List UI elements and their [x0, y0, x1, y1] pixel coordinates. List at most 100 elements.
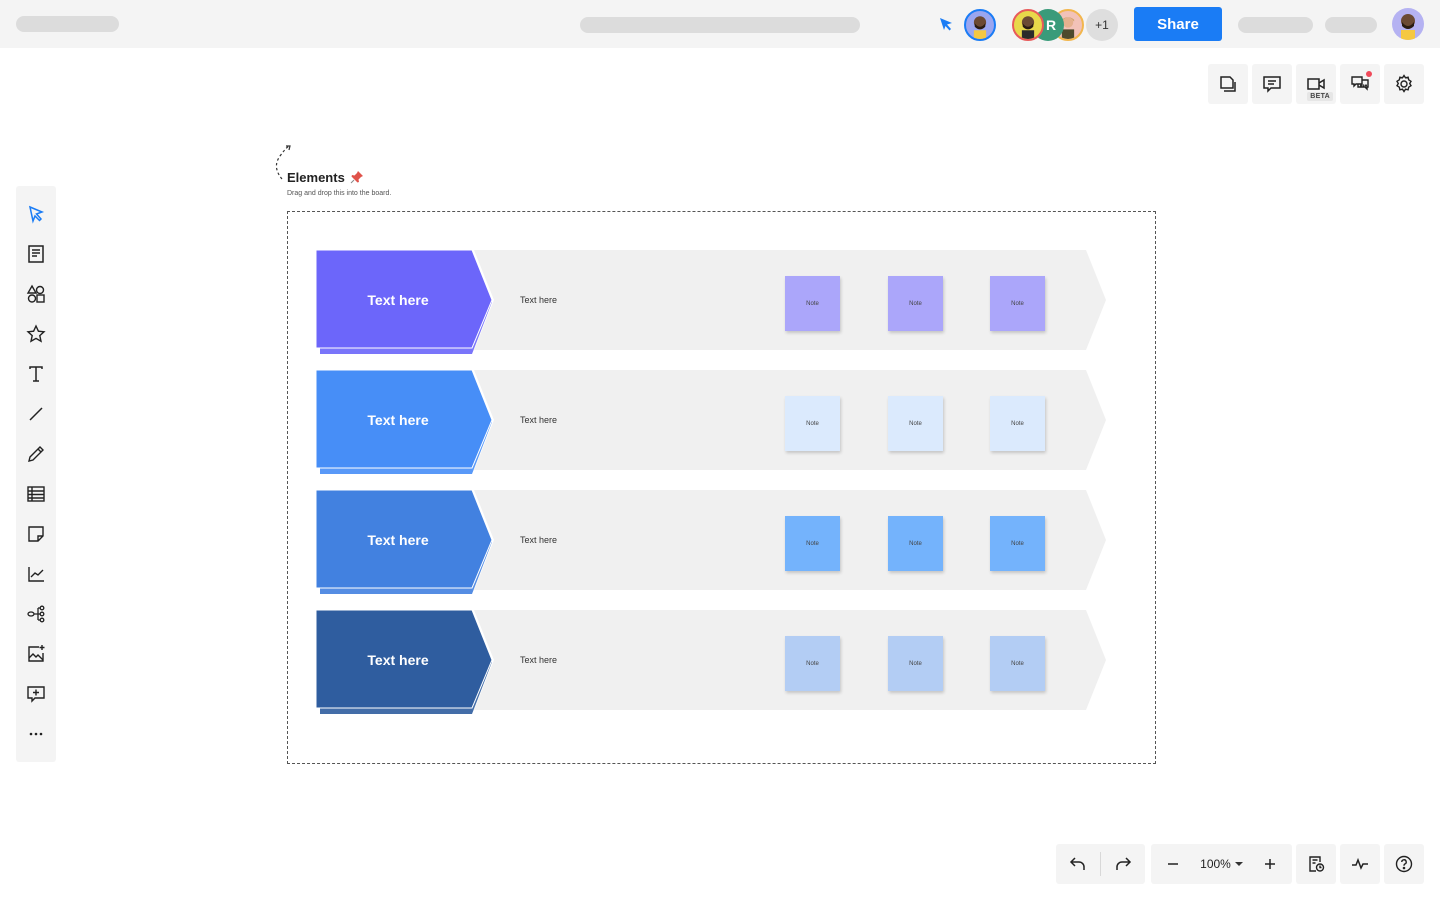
sticky-note[interactable]: Note: [888, 396, 943, 451]
comment-add-icon: [27, 686, 45, 703]
video-button[interactable]: BETA: [1296, 64, 1336, 104]
board-name-placeholder[interactable]: [580, 17, 860, 33]
tool-chart[interactable]: [16, 554, 56, 594]
more-icon: [29, 732, 43, 736]
cursor-pointer-icon: [940, 18, 952, 31]
tool-icons[interactable]: [16, 314, 56, 354]
tool-sticky-note[interactable]: [16, 514, 56, 554]
elements-subtitle: Drag and drop this into the board.: [287, 190, 392, 197]
sticky-note[interactable]: Note: [888, 276, 943, 331]
activity-pulse-icon: [1352, 857, 1368, 870]
revision-history-icon: [1309, 856, 1325, 872]
activity-button[interactable]: [1340, 844, 1380, 884]
help-button[interactable]: [1384, 844, 1424, 884]
minus-icon: [1167, 863, 1178, 865]
chevron-title[interactable]: Text here: [316, 250, 480, 350]
pages-button[interactable]: [1208, 64, 1248, 104]
tool-shapes[interactable]: [16, 274, 56, 314]
video-icon: [1307, 78, 1325, 90]
history-log-group: [1296, 844, 1336, 884]
collaborator-avatar[interactable]: [1012, 9, 1044, 41]
tool-add-comment[interactable]: [16, 674, 56, 714]
sticky-note[interactable]: Note: [888, 516, 943, 571]
share-button[interactable]: Share: [1134, 7, 1222, 41]
tool-table[interactable]: [16, 474, 56, 514]
line-icon: [29, 407, 43, 421]
chevron-title[interactable]: Text here: [316, 610, 480, 710]
sticky-note-icon: [28, 526, 44, 542]
gear-icon: [1396, 74, 1412, 93]
tool-line[interactable]: [16, 394, 56, 434]
sticky-note[interactable]: Note: [785, 636, 840, 691]
lane-text[interactable]: Text here: [520, 250, 557, 350]
redo-button[interactable]: [1101, 844, 1145, 884]
revision-history-button[interactable]: [1296, 844, 1336, 884]
sticky-note[interactable]: Note: [990, 516, 1045, 571]
zoom-in-button[interactable]: [1249, 844, 1292, 884]
shapes-icon: [26, 284, 45, 303]
sticky-note[interactable]: Note: [990, 636, 1045, 691]
pages-icon: [1220, 76, 1236, 92]
sticky-note[interactable]: Note: [888, 636, 943, 691]
zoom-out-button[interactable]: [1151, 844, 1194, 884]
image-add-icon: [28, 645, 45, 662]
chat-button[interactable]: [1340, 64, 1380, 104]
process-row[interactable]: Text here Text here Note Note Note: [315, 369, 1108, 474]
toolbar-placeholder[interactable]: [1238, 17, 1313, 33]
tool-pen[interactable]: [16, 434, 56, 474]
pushpin-icon: [350, 171, 363, 184]
undo-button[interactable]: [1056, 844, 1100, 884]
process-row[interactable]: Text here Text here Note Note Note: [315, 489, 1108, 594]
help-icon: [1395, 855, 1413, 873]
history-controls: [1056, 844, 1145, 884]
board-title-placeholder[interactable]: [16, 16, 119, 32]
comment-icon: [1263, 76, 1281, 93]
top-bar: R +1 Share: [0, 0, 1440, 48]
lane-text[interactable]: Text here: [520, 370, 557, 470]
right-toolbar: BETA: [1208, 64, 1424, 104]
redo-icon: [1116, 857, 1132, 870]
lane-text[interactable]: Text here: [520, 610, 557, 710]
user-profile-avatar[interactable]: [1392, 8, 1424, 40]
chevron-title[interactable]: Text here: [316, 490, 480, 590]
tool-more[interactable]: [16, 714, 56, 754]
more-collaborators-badge[interactable]: +1: [1086, 9, 1118, 41]
beta-badge: BETA: [1307, 92, 1333, 101]
tool-text[interactable]: [16, 354, 56, 394]
tool-select[interactable]: [16, 194, 56, 234]
tool-templates[interactable]: [16, 234, 56, 274]
comments-button[interactable]: [1252, 64, 1292, 104]
caret-down-icon: [1234, 862, 1243, 866]
sticky-note[interactable]: Note: [990, 276, 1045, 331]
chat-icon: [1351, 76, 1369, 91]
settings-button[interactable]: [1384, 64, 1424, 104]
mindmap-icon: [27, 605, 45, 623]
tool-mind-map[interactable]: [16, 594, 56, 634]
notification-dot: [1366, 71, 1372, 77]
activity-group: [1340, 844, 1380, 884]
zoom-level-dropdown[interactable]: 100%: [1194, 857, 1249, 871]
star-icon: [26, 324, 46, 343]
zoom-level-value: 100%: [1200, 857, 1231, 871]
sticky-note[interactable]: Note: [785, 396, 840, 451]
process-row[interactable]: Text here Text here Note Note Note: [315, 609, 1108, 714]
sticky-note[interactable]: Note: [785, 276, 840, 331]
toolbar-placeholder[interactable]: [1325, 17, 1377, 33]
left-toolbar: [16, 186, 56, 762]
table-icon: [27, 486, 45, 502]
undo-icon: [1069, 857, 1085, 870]
elements-title: Elements: [287, 170, 345, 185]
zoom-controls: 100%: [1151, 844, 1292, 884]
template-icon: [28, 245, 44, 263]
chevron-title[interactable]: Text here: [316, 370, 480, 470]
help-group: [1384, 844, 1424, 884]
cursor-icon: [28, 205, 45, 224]
tool-image[interactable]: [16, 634, 56, 674]
sticky-note[interactable]: Note: [990, 396, 1045, 451]
pencil-icon: [28, 446, 44, 462]
my-avatar[interactable]: [964, 9, 996, 41]
sticky-note[interactable]: Note: [785, 516, 840, 571]
lane-text[interactable]: Text here: [520, 490, 557, 590]
plus-icon: [1265, 859, 1276, 869]
process-row[interactable]: Text here Text here Note Note Note: [315, 249, 1108, 354]
